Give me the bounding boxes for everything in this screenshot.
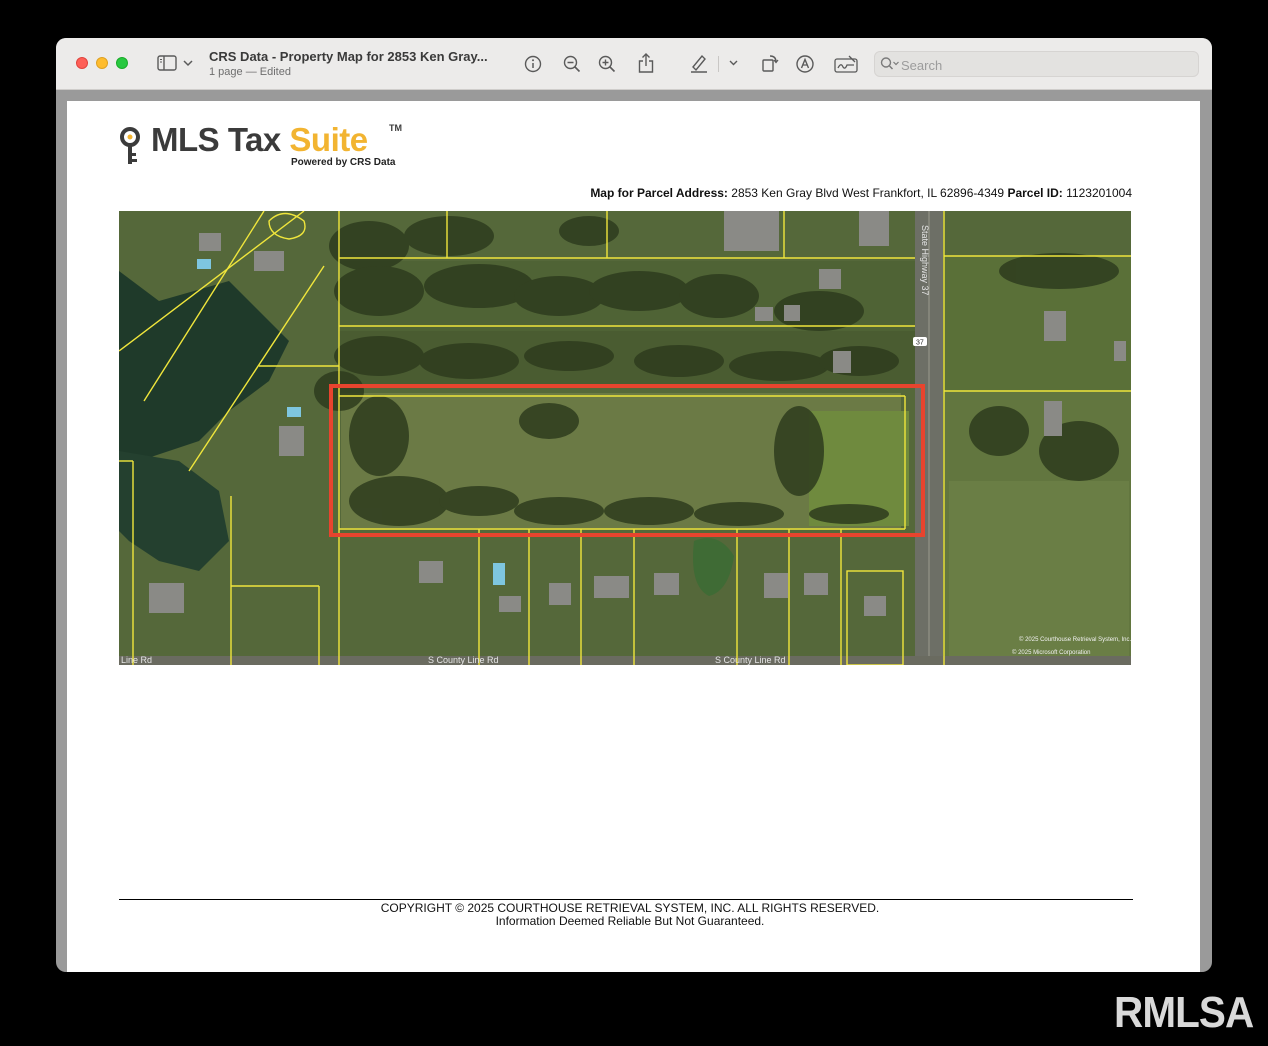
- search-icon: [880, 56, 900, 77]
- key-logo-icon: [120, 127, 140, 164]
- logo-mls-text: MLS Tax: [151, 121, 290, 158]
- map-credit-crs: © 2025 Courthouse Retrieval System, Inc.: [1019, 636, 1131, 643]
- sidebar-icon[interactable]: [156, 53, 178, 73]
- preview-window: CRS Data - Property Map for 2853 Ken Gra…: [56, 38, 1212, 972]
- map-road-label-line: Line Rd: [121, 655, 152, 665]
- minimize-window-button[interactable]: [96, 57, 108, 69]
- logo-suite-text: Suite: [289, 121, 368, 158]
- document-subtitle: 1 page — Edited: [209, 66, 291, 78]
- mls-tax-suite-logo: MLS Tax Suite TM Powered by CRS Data: [119, 123, 419, 171]
- parcel-info-line: Map for Parcel Address: 2853 Ken Gray Bl…: [590, 186, 1132, 200]
- map-road-label-county-2: S County Line Rd: [715, 655, 786, 665]
- footer-divider: [119, 899, 1133, 900]
- map-road-label-county-1: S County Line Rd: [428, 655, 499, 665]
- address-label: Map for Parcel Address:: [590, 186, 728, 200]
- markup-icon[interactable]: [794, 53, 816, 75]
- map-route-shield: 37: [916, 340, 924, 347]
- logo-text: MLS Tax Suite: [151, 123, 368, 157]
- toolbar: CRS Data - Property Map for 2853 Ken Gra…: [56, 38, 1212, 90]
- aerial-map-image: State Highway 37 S County Line Rd S Coun…: [119, 211, 1131, 665]
- search-field[interactable]: [874, 51, 1199, 77]
- chevron-down-icon[interactable]: [182, 57, 194, 69]
- parcel-id-label: Parcel ID:: [1007, 186, 1063, 200]
- info-icon[interactable]: [522, 53, 544, 75]
- map-road-label-highway: State Highway 37: [920, 225, 930, 296]
- disclaimer-text: Information Deemed Reliable But Not Guar…: [495, 914, 765, 928]
- logo-trademark: TM: [389, 123, 402, 133]
- toolbar-divider: [718, 56, 719, 72]
- signature-icon[interactable]: [833, 53, 859, 75]
- zoom-in-icon[interactable]: [596, 53, 618, 75]
- aerial-parcel-map[interactable]: State Highway 37 S County Line Rd S Coun…: [119, 211, 1131, 665]
- share-icon[interactable]: [636, 51, 656, 75]
- parcel-address: 2853 Ken Gray Blvd West Frankfort, IL 62…: [731, 186, 1005, 200]
- search-input[interactable]: [901, 56, 1191, 74]
- zoom-out-icon[interactable]: [561, 53, 583, 75]
- pdf-page: MLS Tax Suite TM Powered by CRS Data Map…: [67, 101, 1200, 972]
- rotate-icon[interactable]: [760, 53, 780, 73]
- footer: COPYRIGHT © 2025 COURTHOUSE RETRIEVAL SY…: [119, 902, 1141, 928]
- parcel-id: 1123201004: [1066, 186, 1132, 200]
- highlight-pen-icon[interactable]: [688, 52, 710, 74]
- maximize-window-button[interactable]: [116, 57, 128, 69]
- chevron-down-icon[interactable]: [727, 58, 739, 68]
- close-window-button[interactable]: [76, 57, 88, 69]
- logo-powered-by: Powered by CRS Data: [291, 157, 396, 168]
- rmlsa-watermark: RMLSA: [1114, 988, 1254, 1037]
- map-credit-microsoft: © 2025 Microsoft Corporation: [1012, 649, 1090, 656]
- document-title: CRS Data - Property Map for 2853 Ken Gra…: [209, 49, 488, 64]
